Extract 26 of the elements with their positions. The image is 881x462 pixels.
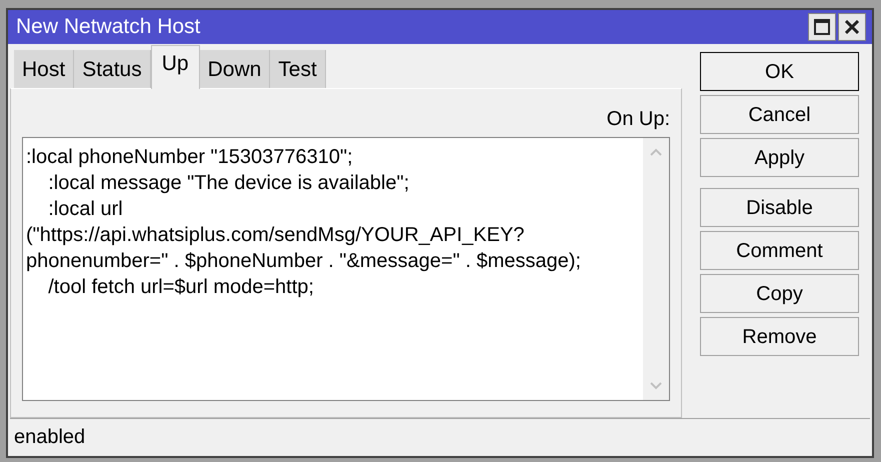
maximize-icon — [814, 19, 830, 35]
dialog-button[interactable]: Remove — [700, 317, 859, 356]
dialog-button[interactable]: Disable — [700, 188, 859, 227]
script-line: ("https://api.whatsiplus.com/sendMsg/YOUR_API_KEY? — [26, 223, 524, 248]
script-line: :local phoneNumber "15303776310"; — [26, 145, 353, 170]
status-text: enabled — [14, 424, 86, 450]
tab[interactable]: Up — [150, 45, 200, 89]
script-text-area[interactable] — [22, 137, 670, 401]
dialog-button[interactable]: Comment — [700, 231, 859, 270]
close-button[interactable] — [838, 13, 866, 41]
script-line: phonenumber=" . $phoneNumber . "&message=" . $message); — [26, 249, 581, 274]
dialog-button[interactable]: Apply — [700, 138, 859, 177]
tab[interactable]: Host — [14, 50, 74, 88]
script-line: /tool fetch url=$url mode=http; — [47, 275, 314, 300]
close-icon — [845, 20, 859, 34]
dialog-button[interactable]: Copy — [700, 274, 859, 313]
tab[interactable]: Down — [200, 50, 270, 88]
tab[interactable]: Test — [270, 50, 326, 88]
dialog-button[interactable]: OK — [700, 52, 859, 91]
field-label: On Up: — [606, 107, 670, 131]
dialog-button[interactable]: Cancel — [700, 95, 859, 134]
maximize-button[interactable] — [808, 13, 836, 41]
tab[interactable]: Status — [74, 50, 151, 88]
window-title: New Netwatch Host — [16, 14, 200, 40]
script-line: :local url — [47, 197, 123, 222]
script-line: :local message "The device is available"; — [47, 171, 410, 196]
